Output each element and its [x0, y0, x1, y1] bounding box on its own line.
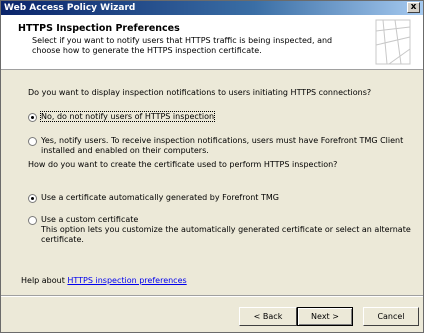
- option-custom-certificate-label[interactable]: Use a custom certificate: [41, 215, 138, 225]
- help-prefix: Help about: [21, 276, 68, 285]
- option-no-notify[interactable]: No, do not notify users of HTTPS inspect…: [39, 111, 216, 122]
- radio-no-notify[interactable]: [28, 113, 37, 122]
- wizard-header: HTTPS Inspection Preferences Select if y…: [1, 15, 423, 70]
- help-link[interactable]: HTTPS inspection preferences: [67, 276, 186, 285]
- wizard-window: Web Access Policy Wizard x HTTPS Inspect…: [0, 0, 424, 333]
- wizard-graphic-icon: [375, 19, 411, 65]
- next-button[interactable]: Next >: [297, 307, 353, 326]
- option-custom-certificate-description: This option lets you customize the autom…: [41, 225, 411, 244]
- radio-auto-certificate[interactable]: [28, 194, 37, 203]
- notify-question: Do you want to display inspection notifi…: [28, 88, 372, 97]
- option-notify-label[interactable]: Yes, notify users. To receive inspection…: [41, 136, 411, 156]
- help-line: Help about HTTPS inspection preferences: [21, 276, 187, 285]
- close-button[interactable]: x: [407, 2, 420, 13]
- close-icon: x: [410, 2, 417, 12]
- option-auto-certificate-label[interactable]: Use a certificate automatically generate…: [41, 193, 279, 203]
- title-bar[interactable]: Web Access Policy Wizard x: [1, 1, 423, 15]
- option-no-notify-label: No, do not notify users of HTTPS inspect…: [39, 111, 216, 122]
- footer-divider: [1, 295, 423, 297]
- window-title: Web Access Policy Wizard: [4, 3, 136, 13]
- page-title: HTTPS Inspection Preferences: [18, 23, 180, 34]
- back-button[interactable]: < Back: [239, 307, 297, 326]
- radio-custom-certificate[interactable]: [28, 216, 37, 225]
- cancel-button[interactable]: Cancel: [363, 307, 419, 326]
- wizard-body: Do you want to display inspection notifi…: [1, 70, 423, 295]
- radio-notify[interactable]: [28, 137, 37, 146]
- page-subtitle: Select if you want to notify users that …: [32, 36, 333, 55]
- certificate-question: How do you want to create the certificat…: [28, 160, 338, 169]
